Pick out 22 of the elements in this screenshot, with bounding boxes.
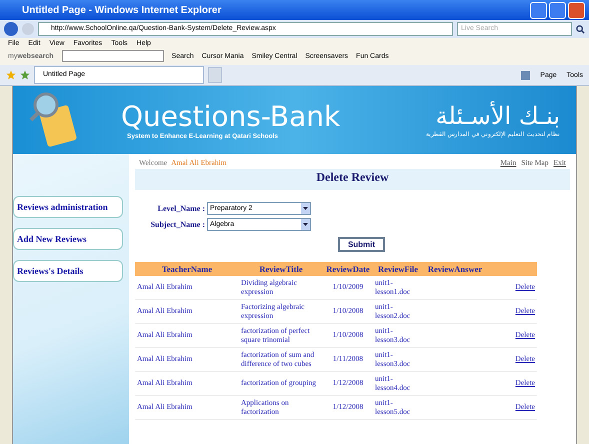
toolbar-search-field[interactable]	[62, 50, 164, 62]
favorites-star-icon[interactable]	[6, 70, 16, 80]
arabic-site-title: بنـك الأسـئلة	[434, 102, 560, 130]
page-title: Delete Review	[135, 169, 570, 190]
column-header: ReviewTitle	[259, 264, 303, 274]
sidebar-item[interactable]: Reviews administration	[13, 196, 123, 218]
minimize-button[interactable]	[530, 2, 547, 18]
field-label: Level_Name :	[156, 204, 205, 213]
search-icon[interactable]	[576, 24, 585, 34]
field-label: Subject_Name :	[150, 220, 205, 229]
sidebar-item[interactable]: Add New Reviews	[13, 228, 123, 250]
add-favorite-icon[interactable]	[20, 70, 30, 80]
site-title: Questions-Bank	[121, 100, 340, 133]
column-header: TeacherName	[162, 264, 212, 274]
column-header: ReviewAnswer	[428, 264, 482, 274]
maximize-button[interactable]	[549, 2, 566, 18]
column-header: ReviewFile	[378, 264, 418, 274]
column-header: ReviewDate	[326, 264, 370, 274]
close-button[interactable]	[568, 2, 585, 18]
submit-button[interactable]: Submit	[338, 237, 386, 252]
sidebar-item[interactable]: Reviews's Details	[13, 260, 123, 282]
window-title: Untitled Page - Windows Internet Explorer	[22, 4, 222, 16]
